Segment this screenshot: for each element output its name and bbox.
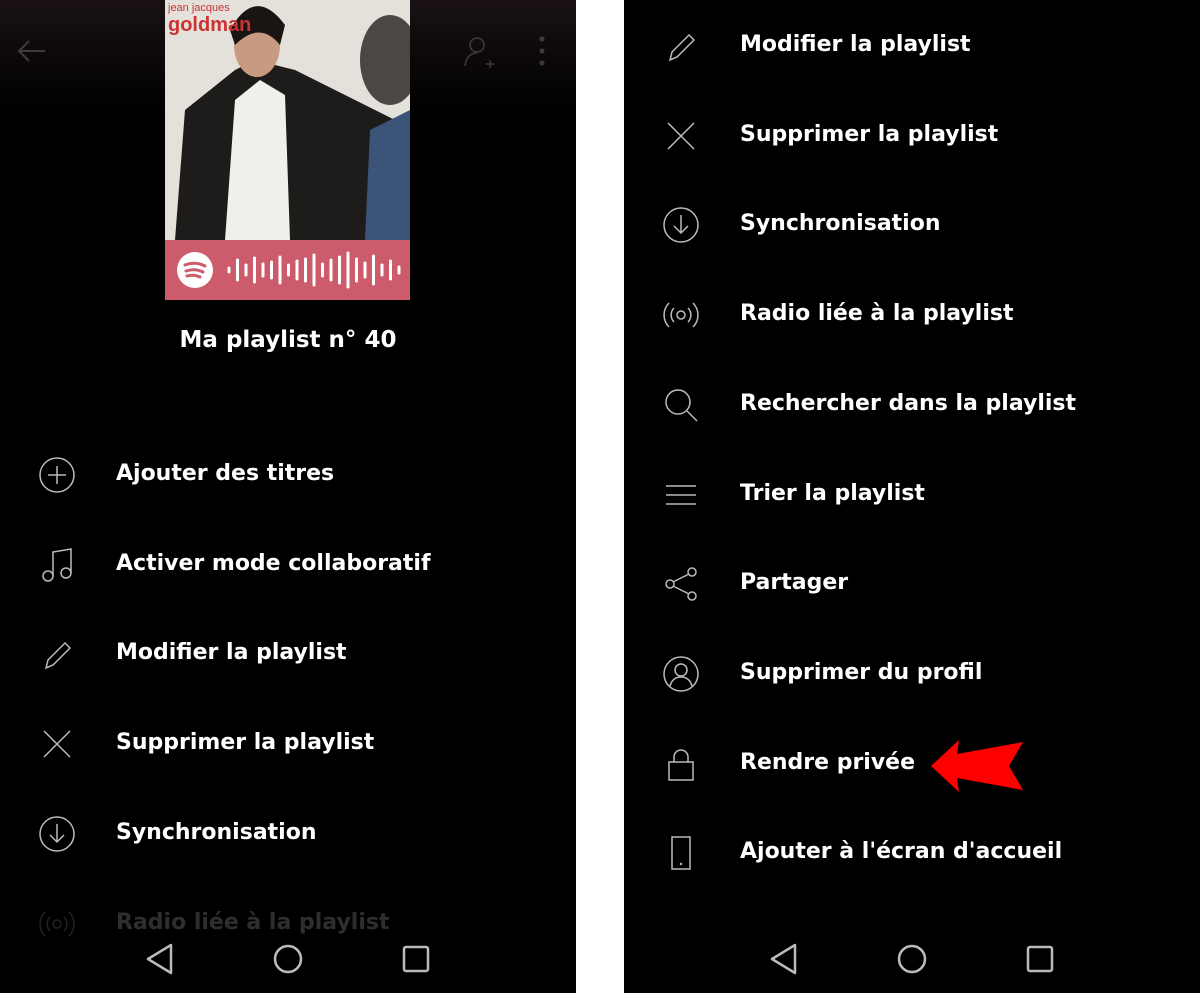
- menu-item-label: Radio liée à la playlist: [116, 909, 390, 935]
- menu-item-trier-la-playlist[interactable]: Trier la playlist: [624, 475, 1200, 515]
- menu-item-label: Radio liée à la playlist: [740, 301, 1014, 327]
- plus-circle-icon: [38, 456, 76, 494]
- menu-item-label: Ajouter des titres: [116, 461, 335, 486]
- menu-item-ajouter-l-cran-d-accueil[interactable]: Ajouter à l'écran d'accueil: [624, 833, 1200, 873]
- menu-item-label: Trier la playlist: [740, 480, 925, 506]
- menu-item-modifier-la-playlist[interactable]: Modifier la playlist: [0, 634, 576, 674]
- menu-item-modifier-la-playlist[interactable]: Modifier la playlist: [624, 26, 1200, 66]
- red-arrow-annotation: [929, 740, 1025, 792]
- menu-item-label: Supprimer la playlist: [116, 730, 375, 756]
- nav-home-button[interactable]: [893, 940, 931, 978]
- nav-back-button[interactable]: [766, 940, 804, 978]
- download-circle-icon: [662, 206, 700, 244]
- menu-item-radio-li-e-la-playlist[interactable]: Radio liée à la playlist: [624, 295, 1200, 335]
- menu-item-synchronisation[interactable]: Synchronisation: [0, 814, 576, 854]
- album-cover: jean jacques goldman: [165, 0, 410, 240]
- menu-item-supprimer-la-playlist[interactable]: Supprimer la playlist: [0, 724, 576, 764]
- nav-back-button[interactable]: [142, 940, 180, 978]
- x-icon: [662, 117, 700, 155]
- menu-item-label: Rendre privée: [740, 749, 916, 775]
- pencil-icon: [38, 635, 76, 673]
- menu-item-synchronisation[interactable]: Synchronisation: [624, 205, 1200, 245]
- artist-logo: jean jacques goldman: [168, 2, 251, 35]
- menu-item-rechercher-dans-la-playlist[interactable]: Rechercher dans la playlist: [624, 385, 1200, 425]
- radio-icon: [662, 296, 700, 334]
- back-arrow-icon[interactable]: [15, 38, 47, 64]
- menu-item-ajouter-des-titres[interactable]: Ajouter des titres: [0, 455, 576, 495]
- menu-item-label: Supprimer la playlist: [740, 121, 999, 147]
- menu-item-partager[interactable]: Partager: [624, 564, 1200, 604]
- nav-recents-button[interactable]: [397, 940, 435, 978]
- menu-item-label: Modifier la playlist: [740, 32, 971, 57]
- menu-item-rendre-priv-e[interactable]: Rendre privée: [624, 744, 1200, 784]
- phone-icon: [662, 834, 700, 872]
- menu-item-label: Modifier la playlist: [116, 640, 347, 666]
- menu-item-label: Synchronisation: [116, 819, 317, 845]
- menu-item-label: Activer mode collaboratif: [116, 550, 431, 576]
- menu-item-label: Ajouter à l'écran d'accueil: [740, 839, 1063, 865]
- menu-item-radio-li-e-la-playlist[interactable]: Radio liée à la playlist: [0, 904, 576, 944]
- spotify-code[interactable]: [165, 240, 410, 300]
- more-vertical-icon[interactable]: [538, 36, 546, 66]
- search-icon: [662, 386, 700, 424]
- menu-item-activer-mode-collaboratif[interactable]: Activer mode collaboratif: [0, 545, 576, 585]
- playlist-title: Ma playlist n° 40: [179, 327, 397, 353]
- radio-icon: [38, 905, 76, 943]
- menu-item-label: Partager: [740, 570, 849, 596]
- nav-home-button[interactable]: [269, 940, 307, 978]
- right-screen: Modifier la playlist Supprimer la playlis…: [624, 0, 1200, 993]
- menu-item-supprimer-du-profil[interactable]: Supprimer du profil: [624, 654, 1200, 694]
- share-icon: [662, 565, 700, 603]
- add-user-icon[interactable]: [462, 34, 498, 70]
- artist-name: goldman: [168, 14, 252, 36]
- menu-item-label: Synchronisation: [740, 211, 941, 237]
- menu-item-label: Supprimer du profil: [740, 659, 983, 685]
- x-icon: [38, 725, 76, 763]
- left-screen: jean jacques goldman Ma playlist n° 40 Aj…: [0, 0, 576, 993]
- pencil-icon: [662, 27, 700, 65]
- download-circle-icon: [38, 815, 76, 853]
- artist-text: jean jacques: [168, 2, 230, 14]
- user-circle-icon: [662, 655, 700, 693]
- menu-item-label: Rechercher dans la playlist: [740, 390, 1077, 416]
- lock-icon: [662, 745, 700, 783]
- menu-lines-icon: [662, 476, 700, 514]
- menu-item-supprimer-la-playlist[interactable]: Supprimer la playlist: [624, 116, 1200, 156]
- nav-recents-button[interactable]: [1021, 940, 1059, 978]
- music-note-icon: [38, 546, 76, 584]
